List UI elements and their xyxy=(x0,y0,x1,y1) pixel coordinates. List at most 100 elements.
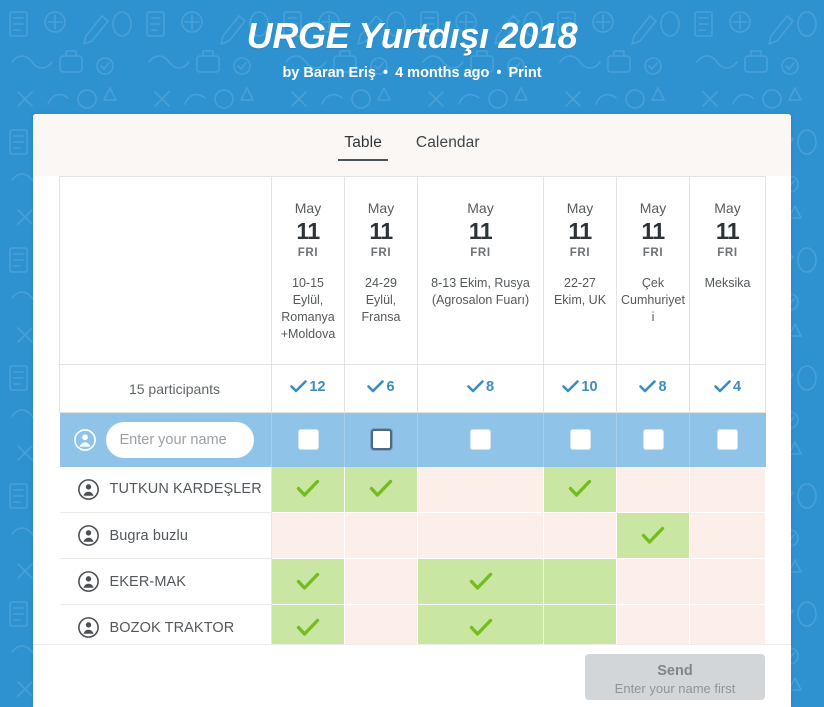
tab-calendar[interactable]: Calendar xyxy=(410,130,486,161)
date-column-5[interactable]: May 11 FRI Çek Cumhuriyeti xyxy=(616,176,690,365)
send-button-label: Send xyxy=(657,663,693,679)
participant-name: EKER-MAK xyxy=(109,573,187,590)
date-weekday: FRI xyxy=(717,247,738,259)
date-month: May xyxy=(367,200,395,216)
participant-name: Bugra buzlu xyxy=(109,527,188,544)
check-icon xyxy=(272,618,344,638)
date-column-1[interactable]: May 11 FRI 10-15 Eylül, Romanya +Moldova xyxy=(271,176,345,365)
page-title: URGE Yurtdışı 2018 xyxy=(246,15,578,56)
date-month: May xyxy=(714,200,741,216)
new-vote-cell-1[interactable] xyxy=(271,412,345,467)
vote-checkbox-1[interactable] xyxy=(297,429,319,451)
vote-count-cell-4: 10 xyxy=(543,364,617,413)
byline-timestamp: 4 months ago xyxy=(395,65,490,81)
check-icon xyxy=(467,379,484,392)
new-participant-row xyxy=(59,412,766,467)
participant-name-cell: TUTKUN KARDEŞLER xyxy=(59,466,272,513)
check-icon xyxy=(562,379,580,392)
table-container: May 11 FRI 10-15 Eylül, Romanya +Moldova… xyxy=(33,176,791,651)
vote-count-cell-2: 6 xyxy=(344,364,418,413)
new-vote-cell-6[interactable] xyxy=(689,412,766,467)
print-link[interactable]: Print xyxy=(509,65,542,81)
send-button[interactable]: Send Enter your name first xyxy=(585,654,765,700)
check-icon xyxy=(617,526,689,546)
date-day: 11 xyxy=(641,218,665,244)
check-icon xyxy=(345,479,417,499)
date-column-4[interactable]: May 11 FRI 22-27 Ekim, UK xyxy=(543,176,617,365)
vote-count-value: 8 xyxy=(658,378,667,395)
avatar-icon xyxy=(77,525,99,546)
date-month: May xyxy=(566,200,594,216)
tab-bar: Table Calendar xyxy=(33,114,791,176)
date-column-3[interactable]: May 11 FRI 8-13 Ekim, Rusya (Agrosalon F… xyxy=(417,176,544,365)
participants-summary: 15 participants xyxy=(59,364,272,413)
vote-cell xyxy=(689,558,766,605)
date-note: Çek Cumhuriyeti xyxy=(621,276,685,324)
byline-separator-1: • xyxy=(382,65,389,81)
vote-checkbox-3[interactable] xyxy=(470,429,491,451)
name-input[interactable] xyxy=(105,421,254,458)
new-vote-cell-5[interactable] xyxy=(616,412,690,467)
byline-author: by Baran Eriş xyxy=(282,65,376,81)
vote-count-cell-1: 12 xyxy=(271,364,345,413)
date-day: 11 xyxy=(369,218,393,244)
date-header-row: May 11 FRI 10-15 Eylül, Romanya +Moldova… xyxy=(59,176,766,365)
vote-checkbox-4[interactable] xyxy=(569,429,591,451)
new-vote-cell-3[interactable] xyxy=(417,412,544,467)
vote-cell xyxy=(543,512,617,559)
vote-count-row: 15 participants 12 6 8 10 8 4 xyxy=(59,364,766,413)
date-note: 8-13 Ekim, Rusya (Agrosalon Fuarı) xyxy=(431,276,530,307)
date-weekday: FRI xyxy=(370,247,392,259)
vote-cell xyxy=(689,512,766,559)
date-day: 11 xyxy=(715,218,740,244)
avatar-icon xyxy=(77,617,99,638)
tab-table[interactable]: Table xyxy=(338,130,388,161)
participant-name-cell: EKER-MAK xyxy=(59,558,272,605)
date-day: 11 xyxy=(468,218,493,244)
date-column-6[interactable]: May 11 FRI Meksika xyxy=(689,176,766,365)
date-note: 22-27 Ekim, UK xyxy=(553,276,607,307)
date-day: 11 xyxy=(296,218,320,244)
vote-cell xyxy=(417,558,544,605)
date-column-2[interactable]: May 11 FRI 24-29 Eylül, Fransa xyxy=(344,176,418,365)
vote-cell xyxy=(344,558,418,605)
vote-cell xyxy=(543,558,617,605)
vote-count-cell-6: 4 xyxy=(689,364,766,413)
vote-cell xyxy=(271,512,345,559)
poll-card: Table Calendar May 11 FRI 10-15 Eylül, R… xyxy=(33,114,791,707)
new-vote-cell-4[interactable] xyxy=(543,412,617,467)
byline-separator-2: • xyxy=(496,65,502,81)
check-icon xyxy=(418,572,543,592)
vote-count-value: 10 xyxy=(581,378,598,395)
poll-table: May 11 FRI 10-15 Eylül, Romanya +Moldova… xyxy=(59,176,766,651)
date-note: 10-15 Eylül, Romanya +Moldova xyxy=(280,276,336,341)
participant-name: BOZOK TRAKTOR xyxy=(109,619,235,636)
check-icon xyxy=(367,379,385,392)
check-icon xyxy=(272,479,344,499)
vote-cell xyxy=(417,512,544,559)
date-month: May xyxy=(467,200,494,216)
name-input-cell xyxy=(59,412,272,467)
vote-cell xyxy=(616,466,690,513)
date-weekday: FRI xyxy=(470,247,491,259)
vote-cell xyxy=(616,512,690,559)
vote-checkbox-5[interactable] xyxy=(642,429,664,451)
card-footer: Send Enter your name first xyxy=(33,644,791,707)
vote-count-value: 8 xyxy=(485,378,495,395)
vote-cell xyxy=(616,558,690,605)
date-note: 24-29 Eylül, Fransa xyxy=(361,276,401,324)
participant-name: TUTKUN KARDEŞLER xyxy=(109,481,262,498)
check-icon xyxy=(639,379,657,392)
vote-checkbox-2[interactable] xyxy=(370,429,392,451)
table-row: TUTKUN KARDEŞLER xyxy=(59,466,766,513)
vote-cell xyxy=(271,466,345,513)
check-icon xyxy=(714,379,731,392)
byline: by Baran Eriş • 4 months ago • Print xyxy=(0,64,824,82)
avatar-icon xyxy=(77,478,99,500)
check-icon xyxy=(290,379,308,392)
check-icon xyxy=(544,479,616,499)
vote-checkbox-6[interactable] xyxy=(717,429,739,451)
date-weekday: FRI xyxy=(642,247,664,259)
vote-cell xyxy=(689,466,766,513)
new-vote-cell-2[interactable] xyxy=(344,412,418,467)
